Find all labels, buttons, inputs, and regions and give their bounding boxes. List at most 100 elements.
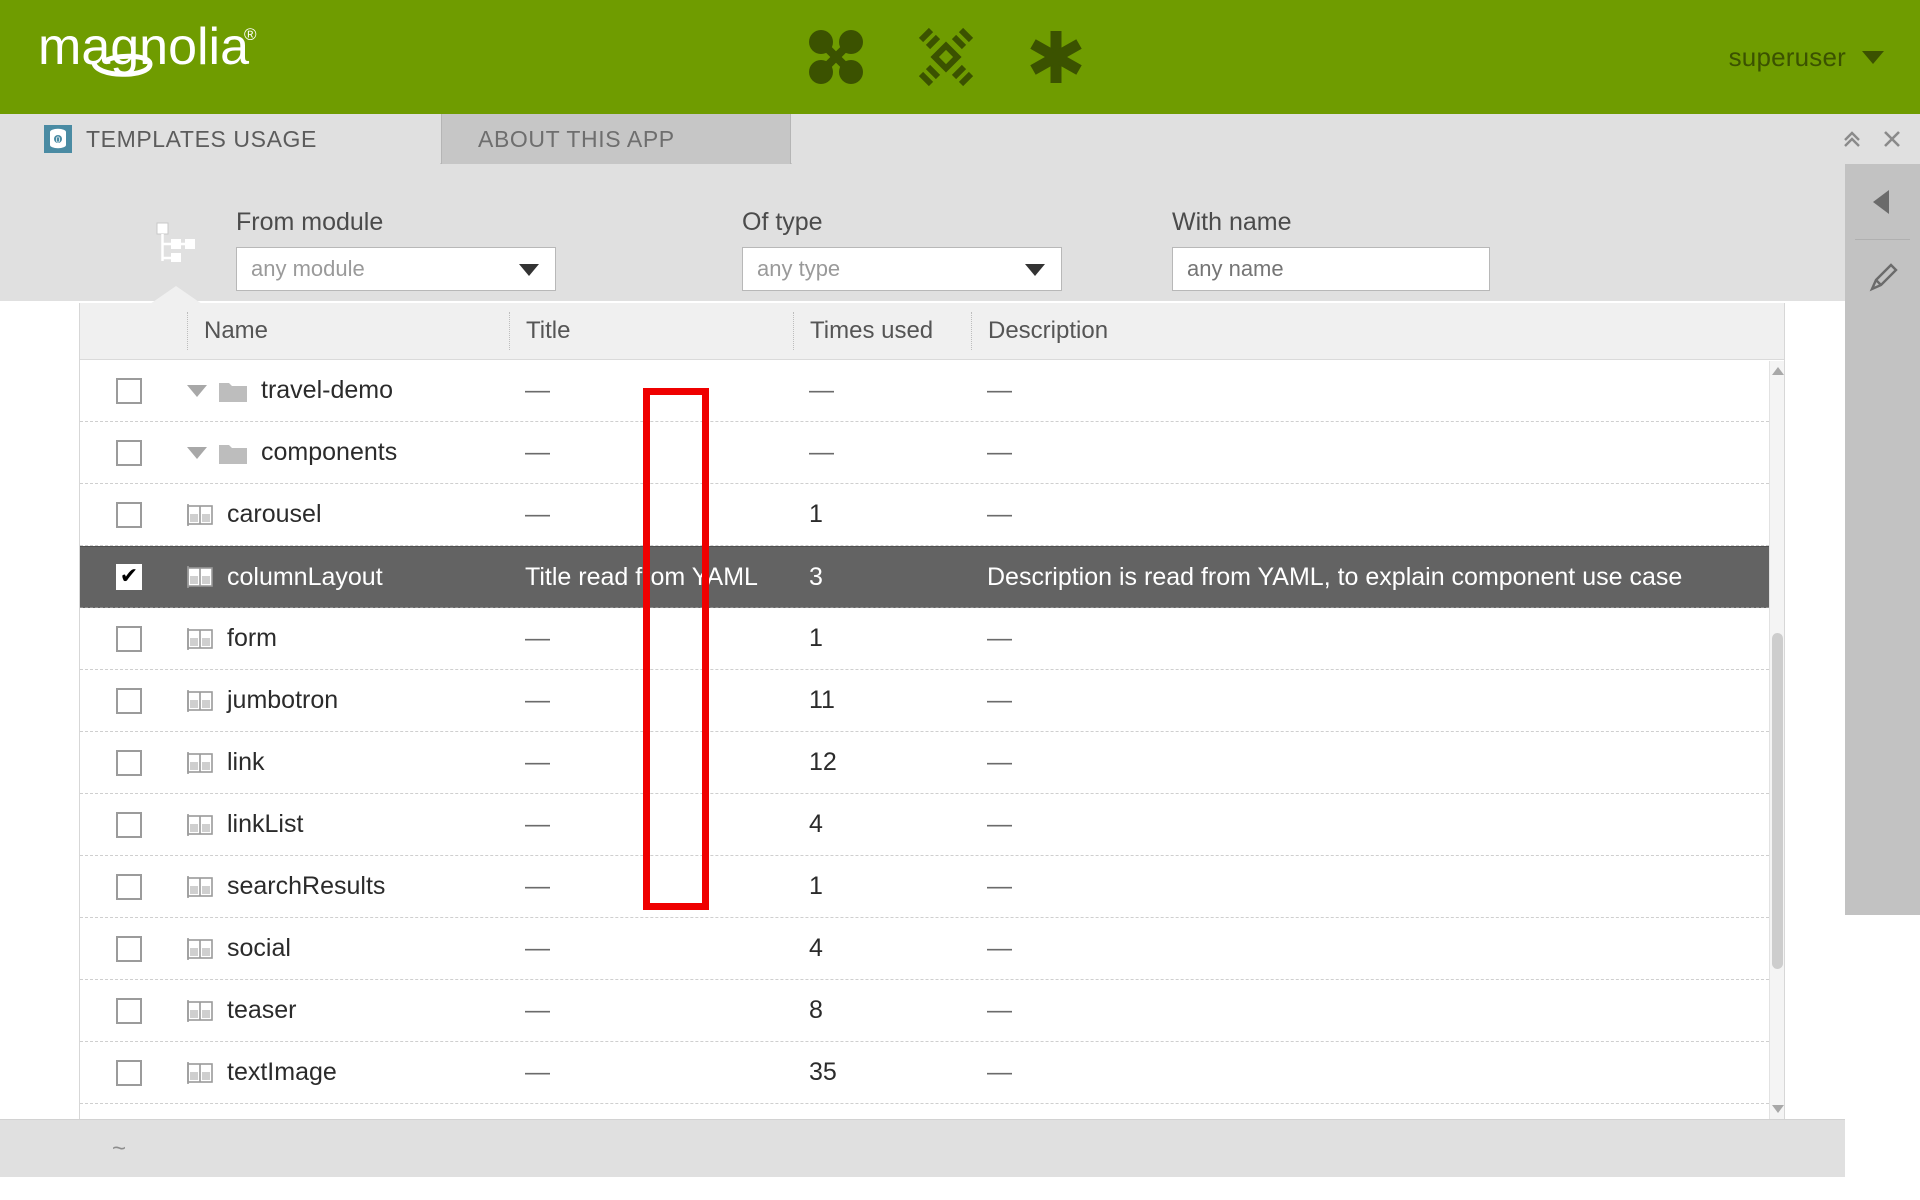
grid-col-times-used[interactable]: Times used <box>793 312 971 350</box>
row-description-cell: — <box>971 856 1784 917</box>
action-bar <box>1845 164 1920 915</box>
table-row[interactable]: form—1— <box>80 608 1784 670</box>
table-row[interactable]: teaser—8— <box>80 980 1784 1042</box>
template-icon <box>187 503 213 527</box>
row-checkbox[interactable] <box>116 626 142 652</box>
from-module-select[interactable]: any module <box>236 247 556 291</box>
row-checkbox-cell[interactable] <box>80 918 187 979</box>
grid-col-select[interactable] <box>80 312 187 350</box>
row-name-cell[interactable]: columnLayout <box>187 547 509 607</box>
row-times-used-cell: 3 <box>793 547 971 607</box>
scroll-up-arrow-icon[interactable] <box>1772 367 1784 375</box>
pulse-icon[interactable] <box>800 21 872 93</box>
row-name-cell[interactable]: carousel <box>187 484 509 545</box>
magnolia-logo: magnolia ® <box>38 18 298 80</box>
table-row[interactable]: ✔ columnLayout Title read from YAML3 Descri… <box>80 546 1784 608</box>
row-title-cell: Title read from YAML <box>509 547 793 607</box>
row-description-value: — <box>987 438 1012 467</box>
row-times-used-cell: 11 <box>793 670 971 731</box>
row-description-cell: — <box>971 670 1784 731</box>
row-name-cell[interactable]: textImage <box>187 1042 509 1103</box>
row-checkbox[interactable] <box>116 440 142 466</box>
grid-col-name[interactable]: Name <box>187 312 509 350</box>
of-type-select[interactable]: any type <box>742 247 1062 291</box>
row-name-label: columnLayout <box>227 563 383 592</box>
collapse-left-icon[interactable] <box>1845 164 1920 239</box>
with-name-input[interactable] <box>1172 247 1490 291</box>
row-times-used-value: 11 <box>809 686 835 715</box>
scroll-down-arrow-icon[interactable] <box>1772 1105 1784 1113</box>
row-checkbox-cell[interactable] <box>80 670 187 731</box>
row-checkbox-cell[interactable] <box>80 856 187 917</box>
table-row[interactable]: searchResults—1— <box>80 856 1784 918</box>
table-row[interactable]: jumbotron — 11 — <box>80 670 1784 732</box>
user-menu[interactable]: superuser <box>1729 0 1884 114</box>
row-checkbox-cell[interactable] <box>80 980 187 1041</box>
row-checkbox[interactable]: ✔ <box>116 564 142 590</box>
apps-diamond-icon[interactable] <box>910 21 982 93</box>
row-name-cell[interactable]: linkList <box>187 794 509 855</box>
row-checkbox-cell[interactable] <box>80 608 187 669</box>
row-name-cell[interactable]: teaser <box>187 980 509 1041</box>
row-checkbox-cell[interactable] <box>80 794 187 855</box>
row-title-cell: — <box>509 1042 793 1103</box>
row-checkbox-cell[interactable] <box>80 732 187 793</box>
table-row[interactable]: textImage—35— <box>80 1042 1784 1104</box>
edit-pencil-icon[interactable] <box>1845 240 1920 315</box>
row-name-cell[interactable]: searchResults <box>187 856 509 917</box>
table-row[interactable]: carousel—1— <box>80 484 1784 546</box>
row-name-cell[interactable]: travel-demo <box>187 360 509 421</box>
row-times-used-value: 1 <box>809 500 823 529</box>
row-checkbox[interactable] <box>116 998 142 1024</box>
row-checkbox-cell[interactable]: ✔ <box>80 547 187 607</box>
table-row[interactable]: travel-demo——— <box>80 360 1784 422</box>
row-name-cell[interactable]: components <box>187 422 509 483</box>
grid-vertical-scrollbar[interactable] <box>1769 361 1784 1119</box>
maximize-chevron-icon[interactable] <box>1830 114 1874 164</box>
row-name-cell[interactable]: social <box>187 918 509 979</box>
template-icon <box>187 565 213 589</box>
row-title-cell: — <box>509 360 793 421</box>
row-checkbox[interactable] <box>116 812 142 838</box>
row-times-used-value: 4 <box>809 934 823 963</box>
row-checkbox-cell[interactable] <box>80 1042 187 1103</box>
asterisk-favorites-icon[interactable] <box>1020 21 1092 93</box>
row-name-cell[interactable]: jumbotron <box>187 670 509 731</box>
row-description-value: — <box>987 500 1012 529</box>
expand-twisty-icon[interactable] <box>187 447 207 459</box>
row-title-value: — <box>525 686 550 715</box>
row-description-cell: — <box>971 794 1784 855</box>
table-row[interactable]: linkList — 4 — <box>80 794 1784 856</box>
grid-col-title[interactable]: Title <box>509 312 793 350</box>
row-checkbox[interactable] <box>116 502 142 528</box>
expand-twisty-icon[interactable] <box>187 385 207 397</box>
row-checkbox-cell[interactable] <box>80 360 187 421</box>
table-row[interactable]: link—12— <box>80 732 1784 794</box>
row-times-used-cell: 12 <box>793 732 971 793</box>
filter-with-name: With name <box>1172 208 1492 291</box>
tab-templates-usage[interactable]: 0 TEMPLATES USAGE <box>0 114 440 164</box>
tab-about-this-app[interactable]: ABOUT THIS APP <box>441 114 791 164</box>
row-times-used-value: 4 <box>809 810 823 839</box>
row-description-cell: — <box>971 1042 1784 1103</box>
row-checkbox[interactable] <box>116 750 142 776</box>
app-header: magnolia ® <box>0 0 1920 114</box>
row-checkbox-cell[interactable] <box>80 422 187 483</box>
row-checkbox[interactable] <box>116 936 142 962</box>
grid-col-description[interactable]: Description <box>971 312 1784 350</box>
row-name-cell[interactable]: link <box>187 732 509 793</box>
row-checkbox[interactable] <box>116 874 142 900</box>
row-checkbox[interactable] <box>116 378 142 404</box>
row-title-value: — <box>525 810 550 839</box>
table-row[interactable]: components——— <box>80 422 1784 484</box>
row-checkbox[interactable] <box>116 688 142 714</box>
row-name-cell[interactable]: form <box>187 608 509 669</box>
filter-label: From module <box>236 208 556 237</box>
row-checkbox-cell[interactable] <box>80 484 187 545</box>
row-description-value: Description is read from YAML, to explai… <box>987 563 1682 592</box>
close-icon[interactable] <box>1870 114 1914 164</box>
table-row[interactable]: social—4— <box>80 918 1784 980</box>
row-checkbox[interactable] <box>116 1060 142 1086</box>
row-description-value: — <box>987 810 1012 839</box>
scrollbar-thumb[interactable] <box>1772 633 1783 969</box>
